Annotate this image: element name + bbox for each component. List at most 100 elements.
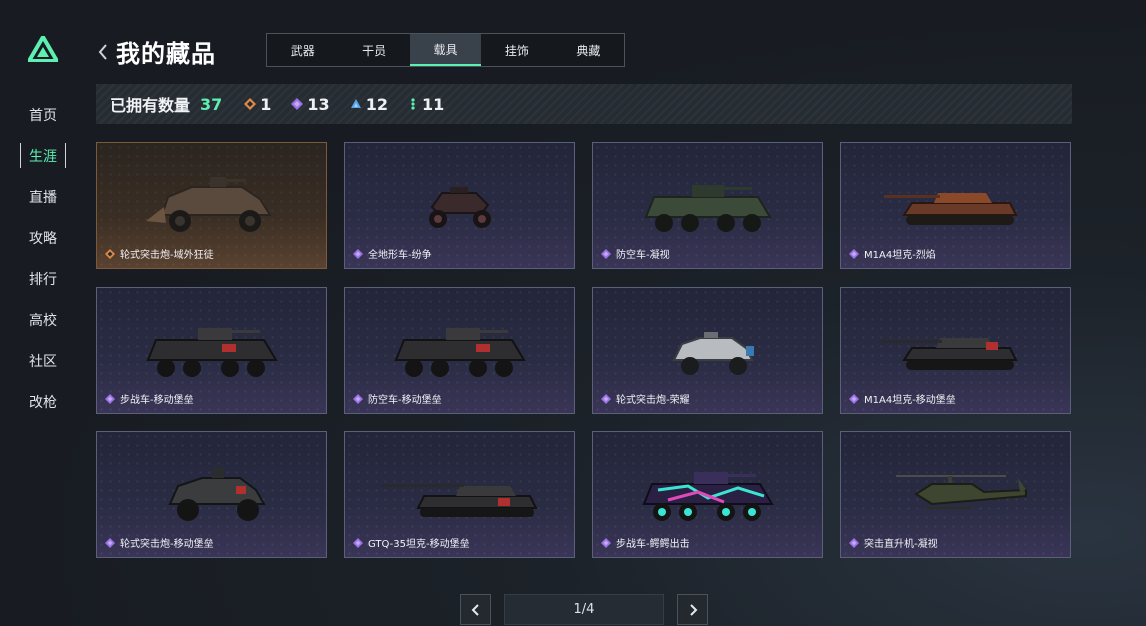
vehicle-card[interactable]: 步战车-鳄鳄出击 bbox=[592, 431, 823, 558]
stat-value: 11 bbox=[421, 94, 445, 114]
purple-diamond-icon bbox=[105, 537, 115, 548]
tank-icon bbox=[382, 484, 538, 517]
vehicle-card[interactable]: M1A4坦克-烈焰 bbox=[840, 142, 1071, 269]
purple-diamond-icon bbox=[353, 393, 363, 404]
sidebar-item-guides[interactable]: 攻略 bbox=[18, 217, 68, 258]
armored-car-icon bbox=[672, 332, 754, 375]
vehicle-caption: 步战车-移动堡垒 bbox=[105, 391, 194, 406]
sidebar-item-home[interactable]: 首页 bbox=[18, 94, 68, 135]
sidebar-item-label: 排行 bbox=[29, 271, 57, 288]
sidebar-item-label: 改枪 bbox=[29, 394, 57, 411]
vehicle-caption: 轮式突击炮-域外狂徒 bbox=[105, 246, 214, 261]
armored-car-icon bbox=[146, 177, 272, 232]
vehicle-card[interactable]: 轮式突击炮-移动堡垒 bbox=[96, 431, 327, 558]
armored-car-icon bbox=[168, 468, 266, 521]
purple-diamond-icon bbox=[353, 537, 363, 548]
vehicle-caption: 防空车-凝视 bbox=[601, 246, 670, 261]
sidebar-item-community[interactable]: 社区 bbox=[18, 340, 68, 381]
apc-icon bbox=[394, 328, 526, 377]
vehicle-caption: 突击直升机-凝视 bbox=[849, 535, 938, 550]
stat-blue: 12 bbox=[350, 95, 388, 114]
tab-weapons[interactable]: 武器 bbox=[267, 34, 338, 66]
app-logo-icon[interactable] bbox=[28, 36, 58, 62]
vehicle-caption: 轮式突击炮-移动堡垒 bbox=[105, 535, 214, 550]
vehicle-name: M1A4坦克-移动堡垒 bbox=[864, 395, 956, 406]
apc-icon bbox=[146, 328, 278, 377]
page-title: 我的藏品 bbox=[116, 40, 216, 68]
sidebar-item-live[interactable]: 直播 bbox=[18, 176, 68, 217]
vehicle-caption: M1A4坦克-烈焰 bbox=[849, 246, 936, 261]
vehicle-name: 步战车-移动堡垒 bbox=[120, 395, 194, 406]
vehicle-caption: 防空车-移动堡垒 bbox=[353, 391, 442, 406]
tab-collection[interactable]: 典藏 bbox=[553, 34, 624, 66]
stat-purple: 13 bbox=[291, 94, 330, 114]
purple-diamond-icon bbox=[291, 98, 304, 110]
next-page-button[interactable] bbox=[677, 594, 708, 625]
stat-green: 11 bbox=[408, 95, 444, 114]
tab-operators[interactable]: 干员 bbox=[338, 34, 409, 66]
stat-value: 1 bbox=[260, 94, 272, 114]
tank-icon bbox=[884, 193, 1018, 225]
helicopter-icon bbox=[896, 475, 1027, 509]
sidebar-item-career[interactable]: 生涯 bbox=[18, 135, 68, 176]
sidebar-item-university[interactable]: 高校 bbox=[18, 299, 68, 340]
vehicle-card[interactable]: 步战车-移动堡垒 bbox=[96, 287, 327, 414]
sidebar-item-ranking[interactable]: 排行 bbox=[18, 258, 68, 299]
vehicle-caption: 步战车-鳄鳄出击 bbox=[601, 535, 690, 550]
sidebar-item-label: 社区 bbox=[29, 353, 57, 370]
vehicle-name: 步战车-鳄鳄出击 bbox=[616, 539, 690, 550]
vehicle-card[interactable]: M1A4坦克-移动堡垒 bbox=[840, 287, 1071, 414]
vehicle-name: 轮式突击炮-域外狂徒 bbox=[120, 250, 214, 261]
chevron-right-icon bbox=[689, 603, 697, 616]
vehicle-name: 轮式突击炮-荣耀 bbox=[616, 395, 690, 406]
orange-diamond-icon bbox=[244, 98, 257, 110]
sidebar-item-label: 高校 bbox=[29, 312, 57, 329]
purple-diamond-icon bbox=[601, 537, 611, 548]
owned-count-label: 已拥有数量 bbox=[110, 96, 191, 115]
vehicle-name: 防空车-凝视 bbox=[616, 250, 670, 261]
stat-orange: 1 bbox=[244, 95, 271, 114]
vehicle-name: M1A4坦克-烈焰 bbox=[864, 250, 936, 261]
vehicle-card[interactable]: GTQ-35坦克-移动堡垒 bbox=[344, 431, 575, 558]
sidebar-item-label: 生涯 bbox=[29, 148, 57, 165]
sidebar-item-gunsmith[interactable]: 改枪 bbox=[18, 381, 68, 422]
sidebar-item-label: 首页 bbox=[29, 107, 57, 124]
purple-diamond-icon bbox=[353, 248, 363, 259]
purple-diamond-icon bbox=[601, 393, 611, 404]
vehicle-card[interactable]: 轮式突击炮-荣耀 bbox=[592, 287, 823, 414]
stat-value: 13 bbox=[307, 94, 330, 114]
apc-icon bbox=[642, 472, 774, 521]
vehicle-card[interactable]: 突击直升机-凝视 bbox=[840, 431, 1071, 558]
tab-vehicles[interactable]: 载具 bbox=[409, 34, 482, 66]
prev-page-button[interactable] bbox=[460, 594, 491, 625]
chevron-left-icon bbox=[471, 603, 479, 616]
owned-count-bar: 已拥有数量 37 1 13 12 11 bbox=[96, 84, 1072, 124]
green-dots-icon bbox=[411, 98, 415, 110]
tank-icon bbox=[882, 338, 1018, 370]
back-chevron-icon[interactable] bbox=[96, 42, 110, 62]
apc-icon bbox=[644, 185, 772, 232]
vehicle-card[interactable]: 防空车-凝视 bbox=[592, 142, 823, 269]
vehicle-caption: M1A4坦克-移动堡垒 bbox=[849, 391, 956, 406]
page-indicator: 1/4 bbox=[504, 594, 664, 625]
blue-triangle-icon bbox=[350, 99, 361, 108]
vehicle-caption: 轮式突击炮-荣耀 bbox=[601, 391, 690, 406]
tab-charms[interactable]: 挂饰 bbox=[481, 34, 552, 66]
sidebar-item-label: 直播 bbox=[29, 189, 57, 206]
sidebar-nav: 首页 生涯 直播 攻略 排行 高校 社区 改枪 bbox=[18, 94, 68, 422]
vehicle-name: 全地形车-纷争 bbox=[368, 250, 432, 261]
vehicle-name: GTQ-35坦克-移动堡垒 bbox=[368, 539, 470, 550]
vehicle-card[interactable]: 防空车-移动堡垒 bbox=[344, 287, 575, 414]
purple-diamond-icon bbox=[849, 393, 859, 404]
vehicle-caption: 全地形车-纷争 bbox=[353, 246, 432, 261]
orange-diamond-icon bbox=[105, 248, 115, 259]
vehicle-name: 轮式突击炮-移动堡垒 bbox=[120, 539, 214, 550]
owned-count-total: 37 bbox=[200, 94, 223, 114]
purple-diamond-icon bbox=[849, 248, 859, 259]
vehicle-card[interactable]: 轮式突击炮-域外狂徒 bbox=[96, 142, 327, 269]
stat-value: 12 bbox=[365, 94, 388, 114]
purple-diamond-icon bbox=[849, 537, 859, 548]
vehicle-card[interactable]: 全地形车-纷争 bbox=[344, 142, 575, 269]
category-tabs: 武器 干员 载具 挂饰 典藏 bbox=[266, 33, 625, 67]
vehicle-caption: GTQ-35坦克-移动堡垒 bbox=[353, 535, 470, 550]
